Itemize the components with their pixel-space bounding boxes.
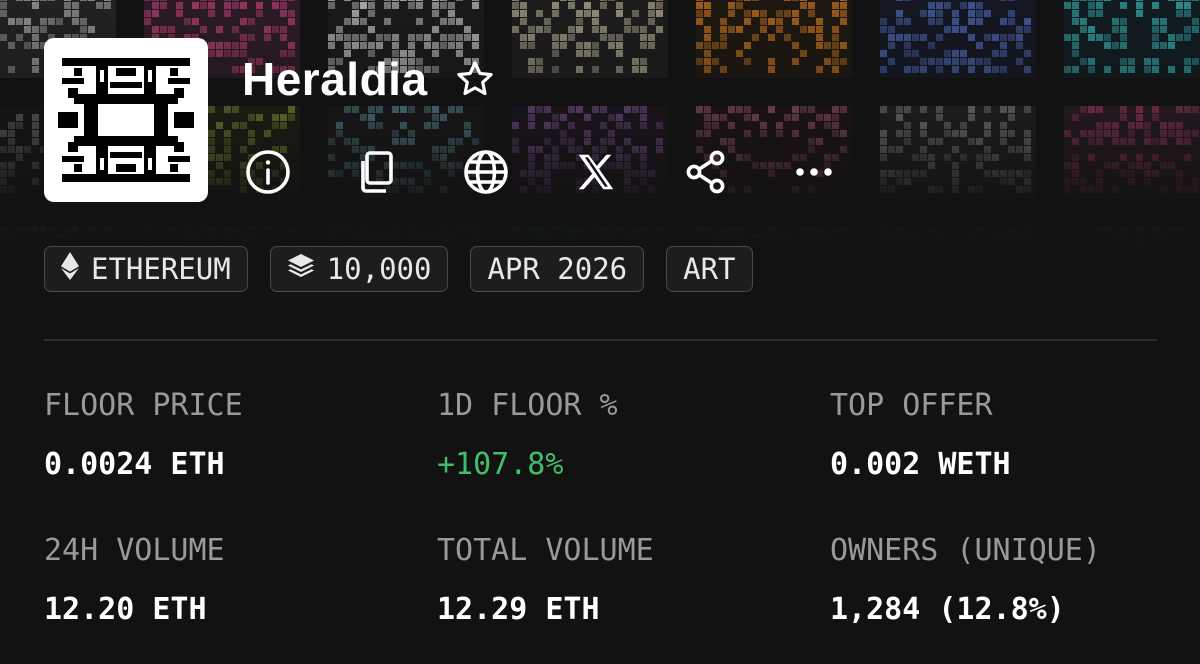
collection-title: Heraldia [242,53,428,105]
date-tag-label: APR 2026 [487,252,628,286]
chain-tag[interactable]: ETHEREUM [44,246,248,292]
stat-value: 0.0024 ETH [44,447,225,482]
chain-tag-label: ETHEREUM [91,252,231,286]
stat-label: FLOOR PRICE [44,388,243,423]
category-tag[interactable]: ART [666,246,753,292]
stat-top-offer: TOP OFFER 0.002 WETH [830,388,1011,482]
stat-total-volume: TOTAL VOLUME 12.29 ETH [437,533,654,627]
star-outline-icon[interactable] [454,58,496,100]
stat-value: 12.20 ETH [44,592,207,627]
share-icon[interactable] [682,148,730,196]
stat-owners: OWNERS (UNIQUE) 1,284 (12.8%) [830,533,1101,627]
stat-label: 1D FLOOR % [437,388,618,423]
info-circle-icon[interactable] [244,148,292,196]
globe-icon[interactable] [462,148,510,196]
supply-tag[interactable]: 10,000 [269,246,449,292]
heraldia-logo-icon [58,58,194,182]
copy-icon[interactable] [352,148,400,196]
stat-value: 1,284 (12.8%) [830,592,1065,627]
stat-value: +107.8% [437,447,564,482]
stat-label: TOP OFFER [830,388,993,423]
stat-label: OWNERS (UNIQUE) [830,533,1101,568]
x-logo-icon[interactable] [572,148,620,196]
collection-tags: ETHEREUM 10,000 APR 2026 ART [44,246,753,292]
collection-header: Heraldia [242,52,496,106]
stat-value: 0.002 WETH [830,447,1011,482]
collection-logo [44,38,208,202]
stat-volume-24h: 24H VOLUME 12.20 ETH [44,533,225,627]
section-divider [44,339,1157,341]
category-tag-label: ART [683,252,736,286]
stat-floor-price: FLOOR PRICE 0.0024 ETH [44,388,243,482]
stat-label: 24H VOLUME [44,533,225,568]
stat-label: TOTAL VOLUME [437,533,654,568]
more-horizontal-icon[interactable] [790,148,838,196]
supply-tag-label: 10,000 [326,252,432,286]
date-tag: APR 2026 [470,246,645,292]
ethereum-icon [61,251,79,287]
stat-value: 12.29 ETH [437,592,600,627]
stat-floor-change: 1D FLOOR % +107.8% [437,388,618,482]
layers-icon [287,252,315,286]
